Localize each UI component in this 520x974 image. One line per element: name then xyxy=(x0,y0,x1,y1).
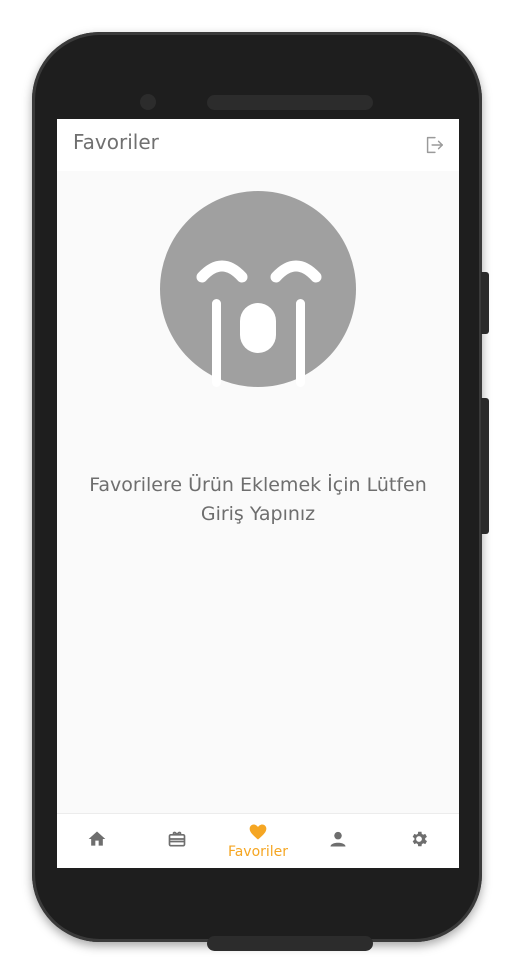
bottom-navigation: Favoriler xyxy=(57,813,459,868)
person-icon xyxy=(330,831,346,847)
power-button xyxy=(481,398,489,534)
gear-icon xyxy=(412,831,427,847)
home-icon xyxy=(88,831,106,846)
page-title: Favoriler xyxy=(73,130,159,154)
nav-label-favorites: Favoriler xyxy=(227,844,289,860)
gift-card-icon xyxy=(168,831,186,847)
crying-face-icon xyxy=(160,191,356,387)
app-screen: Favoriler Favorilere Ürün Eklemek İçin L… xyxy=(57,119,459,868)
top-speaker xyxy=(207,95,373,110)
login-required-message: Favorilere Ürün Eklemek İçin Lütfen Giri… xyxy=(89,474,427,525)
volume-button xyxy=(481,272,489,334)
heart-icon xyxy=(249,824,267,840)
nav-item-settings[interactable] xyxy=(379,814,459,868)
app-bar: Favoriler xyxy=(57,119,459,171)
front-camera xyxy=(140,94,156,110)
logout-icon[interactable] xyxy=(423,134,445,156)
nav-item-profile[interactable] xyxy=(298,814,378,868)
nav-item-home[interactable] xyxy=(57,814,137,868)
bottom-speaker xyxy=(207,936,373,951)
nav-item-gift-card[interactable] xyxy=(137,814,217,868)
nav-item-favorites[interactable]: Favoriler xyxy=(218,814,298,868)
